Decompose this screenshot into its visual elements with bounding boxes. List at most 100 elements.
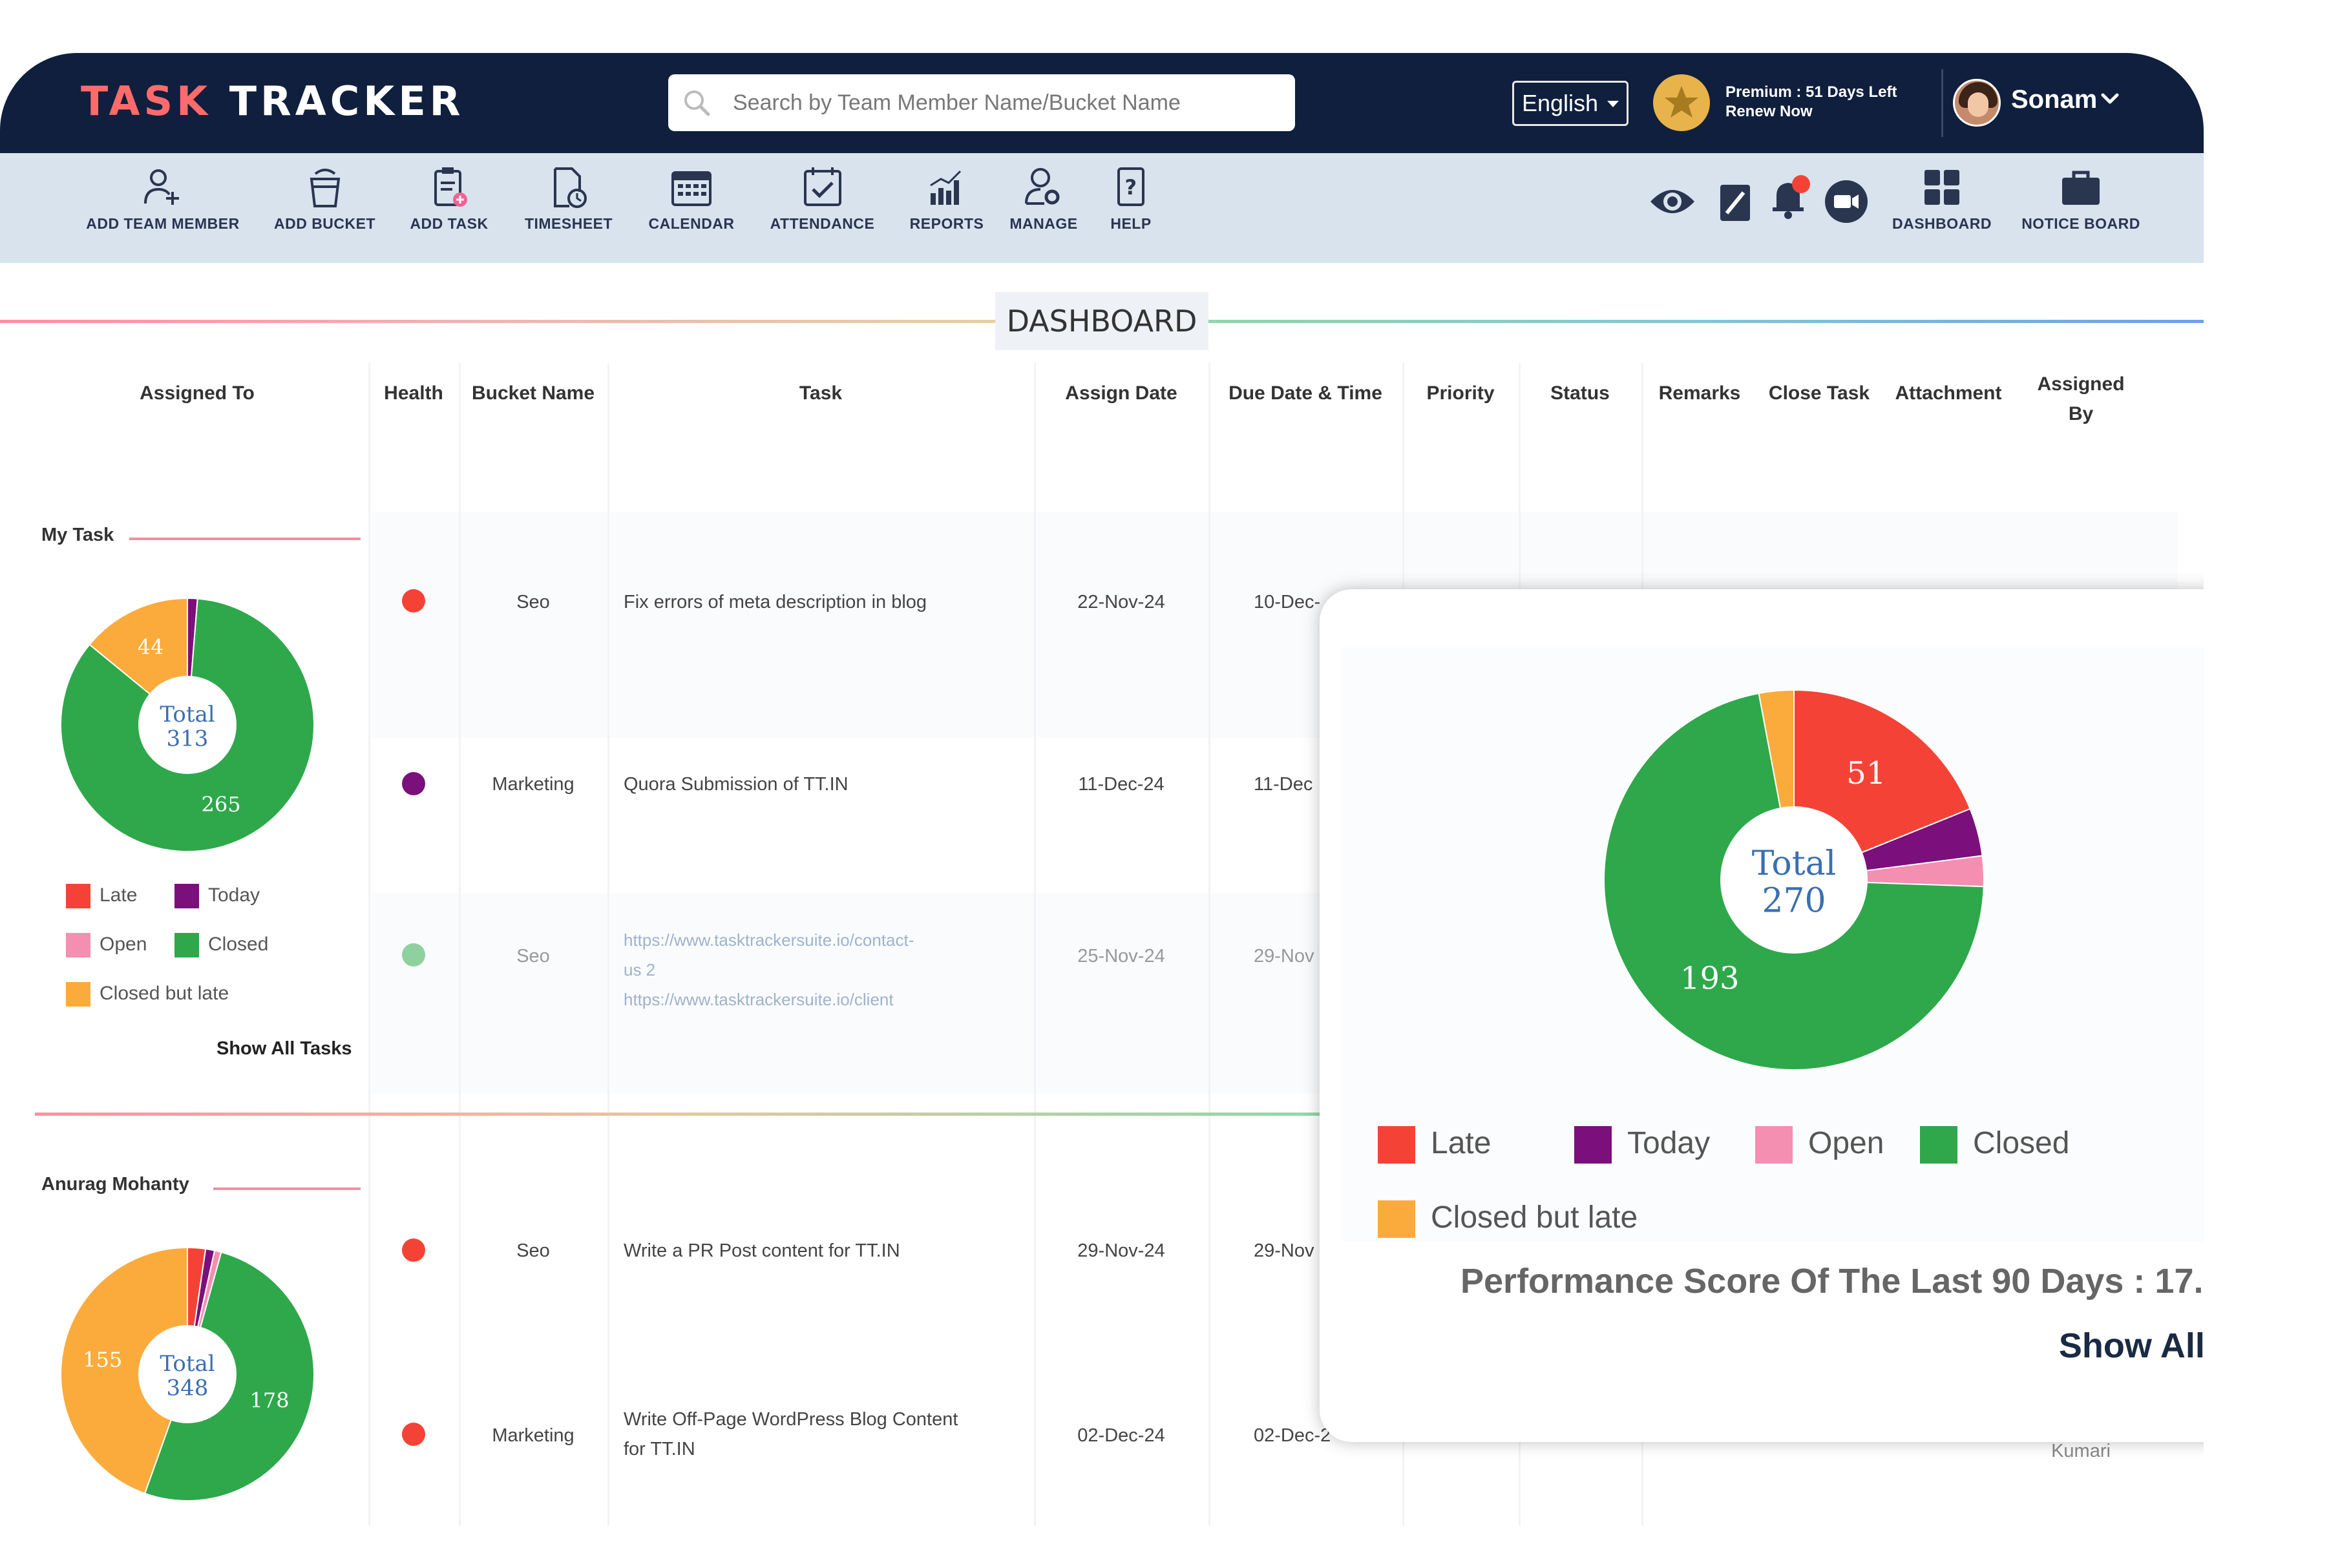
tool-label: ATTENDANCE	[770, 215, 875, 232]
notice-board-button[interactable]: NOTICE BOARD	[2016, 165, 2145, 233]
my-task-donut-chart[interactable]: 265 44 Total313	[58, 596, 317, 854]
tool-label: REPORTS	[909, 215, 984, 232]
legend-open: Open	[1755, 1125, 1884, 1164]
bucket-cell: Seo	[516, 946, 550, 967]
title-rule-left	[0, 320, 995, 323]
task-cell[interactable]: Fix errors of meta description in blog	[624, 592, 927, 613]
legend-today: Today	[174, 884, 260, 908]
popup-donut-chart[interactable]: 51 193 Total270	[1600, 686, 1988, 1074]
task-link-line[interactable]: us 2	[624, 955, 914, 985]
attendance-icon	[803, 167, 841, 206]
add-team-member-button[interactable]: ADD TEAM MEMBER	[85, 165, 240, 233]
col-status[interactable]: Status	[1519, 382, 1641, 404]
app-window: TASK TRACKER English Premium : 51 Days L…	[0, 53, 2204, 1526]
col-due-date[interactable]: Due Date & Time	[1208, 382, 1402, 404]
eye-icon[interactable]	[1648, 182, 1697, 221]
chevron-down-icon	[1607, 101, 1619, 107]
add-bucket-button[interactable]: ADD BUCKET	[271, 165, 378, 233]
section-rule	[213, 1187, 361, 1190]
app-logo[interactable]: TASK TRACKER	[81, 78, 464, 125]
donut-total: 313	[167, 726, 209, 751]
main-toolbar: ADD TEAM MEMBER ADD BUCKET ADD TASK TIME…	[0, 153, 2204, 263]
bucket-cell: Marketing	[492, 1425, 575, 1446]
col-health[interactable]: Health	[368, 382, 459, 404]
due-date-cell: 10-Dec-	[1254, 592, 1321, 612]
pie-data-label: 155	[83, 1347, 122, 1372]
show-all-tasks-button[interactable]: Show All Tasks	[2059, 1326, 2204, 1366]
dashboard-grid-icon	[1924, 170, 1959, 205]
tool-label: HELP	[1110, 215, 1152, 232]
user-name[interactable]: Sonam	[2011, 85, 2097, 114]
donut-center-label: Total	[160, 702, 215, 727]
manage-icon	[1025, 168, 1060, 205]
task-link-line[interactable]: https://www.tasktrackersuite.io/contact-	[624, 925, 914, 955]
task-link-line[interactable]: https://www.tasktrackersuite.io/client	[624, 985, 914, 1014]
section-label-member: Anurag Mohanty	[41, 1174, 189, 1195]
avatar[interactable]	[1953, 79, 2001, 127]
member-donut-chart[interactable]: 178 155 Total348	[58, 1245, 317, 1503]
section-label-my-task: My Task	[41, 525, 114, 545]
topbar-divider	[1941, 69, 1943, 137]
col-attachment[interactable]: Attachment	[1881, 382, 2016, 404]
calendar-button[interactable]: CALENDAR	[643, 165, 740, 233]
col-close-task[interactable]: Close Task	[1758, 382, 1881, 404]
col-assigned-by[interactable]: Assigned By	[2016, 370, 2145, 429]
language-value: English	[1522, 90, 1599, 116]
col-remarks[interactable]: Remarks	[1641, 382, 1758, 404]
bucket-cell: Marketing	[492, 774, 575, 795]
assign-date-cell: 02-Dec-24	[1077, 1425, 1165, 1446]
dashboard-button[interactable]: DASHBOARD	[1887, 165, 1997, 233]
notice-board-icon	[2062, 171, 2100, 205]
health-dot	[402, 772, 425, 795]
pie-data-label: 51	[1846, 755, 1886, 791]
tool-label: ADD TEAM MEMBER	[86, 215, 240, 232]
tool-label: NOTICE BOARD	[2021, 215, 2140, 232]
col-task[interactable]: Task	[607, 382, 1034, 404]
popup-chart-panel: 51 193 Total 270 Late Today Open Closed Clo…	[1342, 647, 2204, 1242]
premium-star-icon[interactable]	[1653, 74, 1710, 131]
col-bucket-name[interactable]: Bucket Name	[459, 382, 607, 404]
attendance-button[interactable]: ATTENDANCE	[766, 165, 879, 233]
assign-date-cell: 25-Nov-24	[1077, 946, 1165, 967]
show-all-tasks-link[interactable]: Show All Tasks	[216, 1038, 352, 1060]
chevron-down-icon[interactable]	[2100, 89, 2120, 109]
add-task-button[interactable]: ADD TASK	[404, 165, 494, 233]
health-dot	[402, 1239, 425, 1262]
col-assign-date[interactable]: Assign Date	[1034, 382, 1208, 404]
tool-label: TIMESHEET	[524, 215, 613, 232]
task-cell[interactable]: Write a PR Post content for TT.IN	[624, 1240, 900, 1262]
col-assigned-to[interactable]: Assigned To	[26, 382, 368, 404]
task-cell[interactable]: Write Off-Page WordPress Blog Content fo…	[624, 1405, 958, 1464]
manage-button[interactable]: MANAGE	[1008, 165, 1079, 233]
col-assigned-by-line1: Assigned	[2037, 373, 2125, 395]
video-icon[interactable]	[1824, 179, 1869, 224]
renew-now-link[interactable]: Renew Now	[1725, 102, 1897, 121]
bell-icon[interactable]	[1767, 172, 1813, 222]
donut-center-label: Total	[160, 1351, 215, 1377]
assign-date-cell: 11-Dec-24	[1078, 774, 1165, 795]
due-date-cell: 02-Dec-2	[1254, 1425, 1331, 1446]
language-select[interactable]: English	[1512, 81, 1629, 126]
performance-score: Performance Score Of The Last 90 Days : …	[1460, 1262, 2204, 1301]
legend-closed: Closed	[174, 933, 268, 957]
logo-suffix: TRACKER	[229, 78, 465, 125]
reports-button[interactable]: REPORTS	[905, 165, 989, 233]
edit-icon[interactable]	[1719, 182, 1753, 222]
section-separator	[35, 1113, 1327, 1116]
premium-status[interactable]: Premium : 51 Days Left Renew Now	[1725, 83, 1897, 121]
timesheet-button[interactable]: TIMESHEET	[517, 165, 620, 233]
tool-label: ADD BUCKET	[273, 215, 376, 232]
col-priority[interactable]: Priority	[1402, 382, 1519, 404]
search-input[interactable]	[733, 74, 1282, 131]
reports-icon	[930, 170, 962, 205]
bucket-cell: Seo	[516, 592, 550, 612]
task-cell[interactable]: Quora Submission of TT.IN	[624, 774, 849, 795]
legend-closed-late: Closed but late	[66, 982, 229, 1007]
task-line: Write Off-Page WordPress Blog Content	[624, 1409, 958, 1430]
due-date-cell: 11-Dec	[1254, 774, 1313, 795]
health-dot	[402, 1423, 425, 1446]
logo-prefix: TASK	[81, 78, 212, 125]
task-link-cell[interactable]: https://www.tasktrackersuite.io/contact-…	[624, 925, 914, 1014]
help-button[interactable]: ? HELP	[1105, 165, 1157, 233]
legend-open: Open	[66, 933, 147, 957]
